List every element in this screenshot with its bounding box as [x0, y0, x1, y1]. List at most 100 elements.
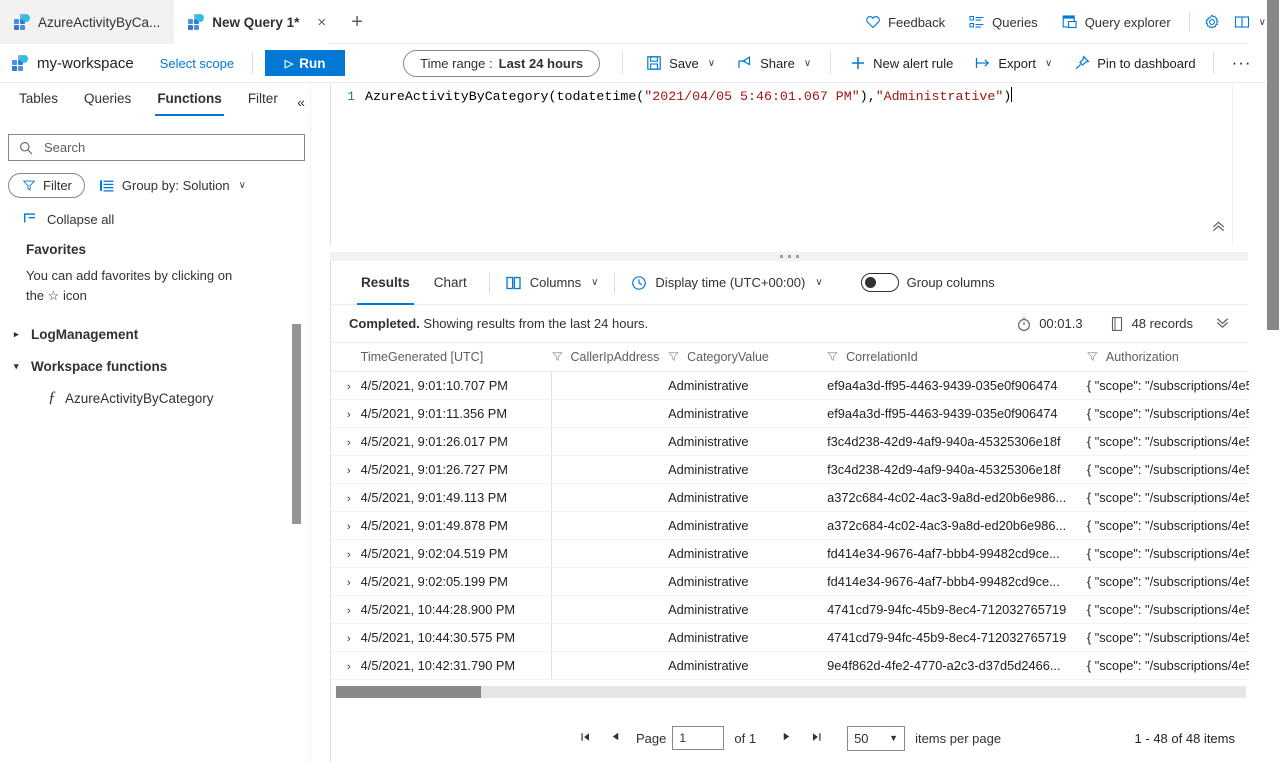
tree-node-logmanagement[interactable]: ▸ LogManagement	[0, 320, 315, 348]
tab-results[interactable]: Results	[349, 261, 422, 305]
left-panel-scrollbar[interactable]	[292, 324, 301, 524]
scrollbar-thumb[interactable]	[1267, 0, 1279, 330]
feedback-button[interactable]: Feedback	[853, 7, 957, 37]
table-horizontal-scrollbar[interactable]	[336, 686, 1246, 698]
filter-icon[interactable]	[1086, 351, 1098, 362]
search-input[interactable]	[42, 139, 295, 156]
row-expander[interactable]: ›	[331, 371, 361, 400]
table-row[interactable]: › 4/5/2021, 9:01:26.017 PM Administrative f…	[331, 427, 1249, 456]
close-icon[interactable]: ×	[317, 15, 326, 30]
filter-icon[interactable]	[551, 351, 563, 362]
expand-results-button[interactable]	[1215, 315, 1230, 333]
page-size-select[interactable]: 50 ▼	[847, 725, 906, 751]
collapse-all-button[interactable]: Collapse all	[22, 211, 114, 227]
chevron-right-icon[interactable]: ›	[347, 633, 351, 645]
tab-functions[interactable]: Functions	[144, 84, 235, 116]
cell-categoryvalue: Administrative	[668, 567, 828, 596]
row-expander[interactable]: ›	[331, 651, 361, 680]
previous-page-button[interactable]	[601, 731, 630, 745]
search-box[interactable]	[8, 134, 305, 161]
chevron-right-icon[interactable]: ›	[347, 605, 351, 617]
header-correlationid[interactable]: CorrelationId	[827, 343, 1087, 372]
chevron-right-icon[interactable]: ›	[347, 409, 351, 421]
first-page-icon	[581, 732, 589, 741]
last-page-button[interactable]	[801, 731, 831, 746]
chevron-right-icon[interactable]: ›	[347, 521, 351, 533]
save-button[interactable]: Save ∨	[635, 48, 726, 78]
group-columns-toggle[interactable]	[860, 273, 899, 292]
row-expander[interactable]: ›	[331, 483, 361, 512]
run-button[interactable]: ▷ Run	[265, 50, 346, 76]
query-editor[interactable]: 1 AzureActivityByCategory(todatetime("20…	[330, 84, 1248, 246]
more-commands-button[interactable]: ···	[1220, 53, 1264, 73]
page-number-input[interactable]	[672, 726, 725, 750]
table-row[interactable]: › 4/5/2021, 9:01:49.878 PM Administrative a…	[331, 511, 1249, 540]
status-completed: Completed.	[349, 316, 420, 331]
tab-filter[interactable]: Filter	[235, 84, 291, 116]
items-per-page-label: items per page	[915, 730, 1002, 746]
table-row[interactable]: › 4/5/2021, 10:44:30.575 PM Administrative…	[331, 623, 1249, 652]
scrollbar-thumb[interactable]	[336, 686, 481, 698]
new-alert-rule-button[interactable]: New alert rule	[839, 48, 964, 78]
row-expander[interactable]: ›	[331, 511, 361, 540]
table-row[interactable]: › 4/5/2021, 10:42:31.790 PM Administrative…	[331, 651, 1249, 680]
row-expander[interactable]: ›	[331, 399, 361, 428]
next-page-button[interactable]	[772, 731, 801, 745]
group-by-button[interactable]: Group by: Solution ∨	[99, 178, 246, 194]
query-code[interactable]: AzureActivityByCategory(todatetime("2021…	[365, 86, 1013, 107]
header-calleripaddress[interactable]: CallerIpAddress	[551, 343, 669, 372]
row-expander[interactable]: ›	[331, 455, 361, 484]
row-expander[interactable]: ›	[331, 539, 361, 568]
filter-icon[interactable]	[827, 351, 839, 362]
page-scrollbar[interactable]	[1266, 0, 1280, 762]
time-range-picker[interactable]: Time range : Last 24 hours	[403, 49, 601, 77]
select-scope-link[interactable]: Select scope	[160, 56, 234, 71]
row-expander[interactable]: ›	[331, 595, 361, 624]
export-button[interactable]: Export ∨	[964, 48, 1063, 78]
settings-button[interactable]	[1196, 7, 1228, 37]
table-row[interactable]: › 4/5/2021, 9:02:05.199 PM Administrative f…	[331, 567, 1249, 596]
header-authorization[interactable]: Authorization	[1086, 343, 1249, 372]
first-page-button[interactable]	[571, 731, 601, 746]
tree-leaf-azureactivitybycategory[interactable]: ƒ AzureActivityByCategory	[0, 384, 315, 412]
tab-queries[interactable]: Queries	[71, 84, 144, 116]
cell-authorization: { "scope": "/subscriptions/4e5	[1086, 651, 1249, 680]
columns-button[interactable]: Columns ∨	[500, 275, 605, 291]
filter-button[interactable]: Filter	[8, 173, 85, 198]
chevron-right-icon[interactable]: ›	[347, 437, 351, 449]
vertical-splitter[interactable]	[310, 84, 627, 762]
tab-chart[interactable]: Chart	[422, 261, 479, 305]
header-categoryvalue[interactable]: CategoryValue	[668, 343, 828, 372]
row-expander[interactable]: ›	[331, 427, 361, 456]
row-expander[interactable]: ›	[331, 567, 361, 596]
table-row[interactable]: › 4/5/2021, 9:01:10.707 PM Administrative e…	[331, 371, 1249, 400]
table-row[interactable]: › 4/5/2021, 9:01:11.356 PM Administrative e…	[331, 399, 1249, 428]
command-bar: my-workspace Select scope ▷ Run Time ran…	[0, 44, 1280, 83]
table-row[interactable]: › 4/5/2021, 9:02:04.519 PM Administrative f…	[331, 539, 1249, 568]
chevron-right-icon[interactable]: ›	[347, 381, 351, 393]
tree-node-workspace-functions[interactable]: ▾ Workspace functions	[0, 352, 315, 380]
new-tab-button[interactable]: +	[340, 0, 374, 44]
row-expander[interactable]: ›	[331, 623, 361, 652]
share-button[interactable]: Share ∨	[726, 48, 822, 78]
tab-azureactivitybycategory[interactable]: AzureActivityByCa...	[0, 0, 175, 44]
collapse-panel-button[interactable]: «	[297, 94, 305, 110]
chevron-right-icon[interactable]: ›	[347, 577, 351, 589]
filter-icon[interactable]	[668, 351, 679, 362]
query-explorer-button[interactable]: Query explorer	[1050, 7, 1183, 37]
table-row[interactable]: › 4/5/2021, 9:01:26.727 PM Administrative f…	[331, 455, 1249, 484]
display-time-button[interactable]: Display time (UTC+00:00) ∨	[625, 275, 828, 291]
pin-to-dashboard-button[interactable]: Pin to dashboard	[1063, 48, 1206, 78]
chevron-right-icon[interactable]: ›	[347, 493, 351, 505]
table-row[interactable]: › 4/5/2021, 10:44:28.900 PM Administrative…	[331, 595, 1249, 624]
table-row[interactable]: › 4/5/2021, 9:01:49.113 PM Administrative a…	[331, 483, 1249, 512]
queries-button[interactable]: Queries	[957, 7, 1050, 37]
chevron-right-icon[interactable]: ›	[347, 549, 351, 561]
chevron-right-icon[interactable]: ›	[347, 661, 351, 673]
tab-tables[interactable]: Tables	[6, 84, 71, 116]
tab-new-query-1[interactable]: New Query 1* ×	[174, 0, 341, 44]
header-timegenerated[interactable]: TimeGenerated [UTC]	[360, 343, 552, 372]
collapse-editor-button[interactable]	[1211, 219, 1226, 238]
chevron-right-icon[interactable]: ›	[347, 465, 351, 477]
group-columns-toggle-row[interactable]: Group columns	[855, 273, 1001, 292]
